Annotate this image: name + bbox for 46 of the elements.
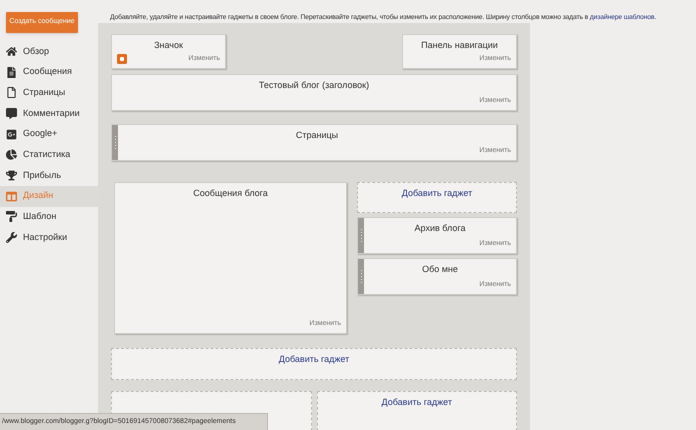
gadget-title: Архив блога (414, 222, 466, 236)
nav-item[interactable]: Комментарии (0, 103, 98, 124)
pie-chart-icon (6, 149, 17, 160)
add-gadget-area[interactable]: Добавить гаджет (316, 391, 517, 430)
drag-handle[interactable] (358, 218, 364, 254)
nav-item[interactable]: Сообщения (0, 62, 98, 82)
nav-label: Страницы (23, 86, 66, 99)
nav-item[interactable]: Обзор (0, 41, 98, 62)
nav-label: Дизайн (23, 189, 54, 202)
document-icon (6, 66, 17, 78)
paint-roller-icon (6, 211, 17, 222)
nav-item[interactable]: Статистика (0, 144, 98, 166)
nav-label: Статистика (23, 148, 70, 162)
nav-item[interactable]: Прибыль (0, 165, 98, 186)
gadget-title: Панель навигации (420, 39, 499, 52)
gadget-title: Тестовый блог (заголовок) (258, 79, 370, 92)
nav-label: Прибыль (23, 168, 62, 182)
page-icon (6, 87, 17, 98)
comment-icon (6, 108, 17, 119)
gadget-title: Значок (153, 39, 184, 52)
gadget-title: Страницы (294, 129, 340, 142)
nav-label: Google+ (23, 127, 58, 140)
home-icon (6, 46, 17, 57)
nav-item[interactable]: Шаблон (0, 206, 98, 228)
add-gadget-area[interactable]: Добавить гаджет (111, 348, 517, 380)
nav-item[interactable]: Страницы (0, 82, 98, 104)
gadget-title: Сообщения блога (192, 187, 269, 200)
wrench-icon (6, 232, 17, 244)
drag-handle[interactable] (112, 125, 118, 160)
nav-label: Настройки (23, 230, 68, 244)
add-gadget-link[interactable]: Добавить гаджет (382, 396, 452, 410)
add-gadget-link[interactable]: Добавить гаджет (278, 353, 350, 367)
trophy-icon (6, 170, 17, 181)
nav-label: Комментарии (23, 106, 80, 120)
nav-label: Шаблон (23, 210, 56, 224)
google-plus-icon (6, 128, 17, 140)
drag-handle[interactable] (358, 259, 364, 294)
add-gadget-link[interactable]: Добавить гаджет (402, 187, 472, 201)
add-gadget-area[interactable]: Добавить гаджет (357, 182, 517, 214)
nav-label: Сообщения (23, 65, 72, 78)
gadget-title: Обо мне (421, 263, 459, 276)
nav-item[interactable]: Настройки (0, 227, 98, 248)
layout-icon (6, 190, 17, 202)
nav-item[interactable]: Google+ (0, 124, 98, 144)
nav-label: Обзор (23, 44, 49, 58)
blog-logo-icon (117, 54, 127, 64)
